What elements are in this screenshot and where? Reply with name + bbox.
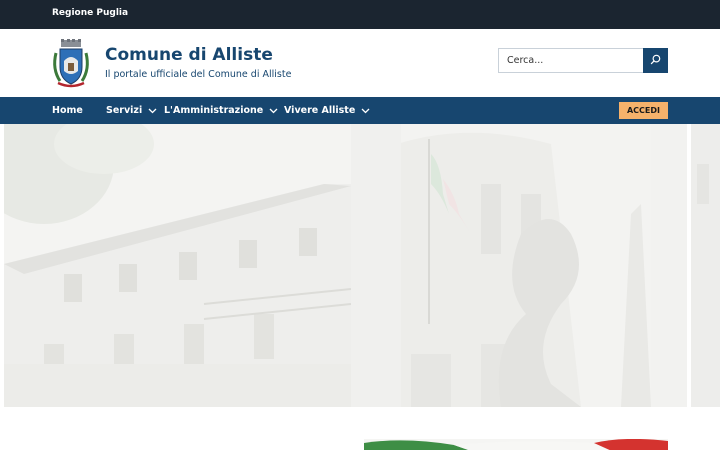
- region-link[interactable]: Regione Puglia: [52, 8, 128, 18]
- hero-slide-partial: [691, 124, 720, 407]
- nav-item-label: Servizi: [106, 105, 143, 116]
- chevron-down-icon: [148, 108, 157, 114]
- nav-item-label: Vivere Alliste: [284, 105, 356, 116]
- site-title[interactable]: Comune di Alliste: [105, 45, 273, 65]
- site-header: Comune di Alliste Il portale ufficiale d…: [0, 29, 720, 97]
- nav-item-label: Home: [52, 105, 83, 116]
- nav-item-vivere-alliste[interactable]: Vivere Alliste: [284, 97, 370, 124]
- hero-slide-flag-building: [351, 124, 687, 407]
- search-input[interactable]: [498, 48, 643, 73]
- bottom-content: [0, 407, 720, 450]
- hero-slide-town-hall: [4, 124, 351, 407]
- nav-item-amministrazione[interactable]: L'Amministrazione: [164, 97, 278, 124]
- top-bar: Regione Puglia: [0, 0, 720, 29]
- nav-item-servizi[interactable]: Servizi: [106, 97, 157, 124]
- italian-flag-banner: [364, 437, 668, 450]
- main-navigation: Home Servizi L'Amministrazione Vivere Al…: [0, 97, 720, 124]
- search-icon: [650, 53, 661, 68]
- site-subtitle: Il portale ufficiale del Comune di Allis…: [105, 69, 292, 80]
- nav-item-label: L'Amministrazione: [164, 105, 264, 116]
- login-button[interactable]: ACCEDI: [619, 102, 668, 119]
- nav-item-home[interactable]: Home: [52, 97, 83, 124]
- search-button[interactable]: [643, 48, 668, 73]
- chevron-down-icon: [361, 108, 370, 114]
- municipal-crest-icon[interactable]: [50, 39, 92, 89]
- chevron-down-icon: [269, 108, 278, 114]
- hero-carousel[interactable]: [0, 124, 720, 407]
